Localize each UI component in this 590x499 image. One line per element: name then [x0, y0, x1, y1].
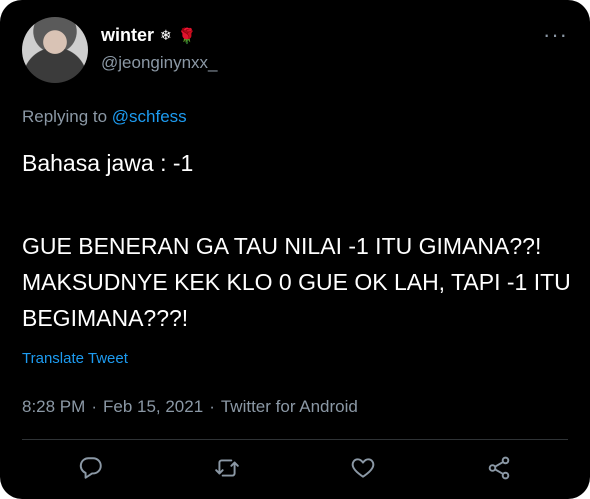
divider — [22, 439, 568, 440]
reply-mention[interactable]: @schfess — [112, 107, 187, 126]
replying-to: Replying to @schfess — [22, 107, 187, 127]
rose-emoji: 🌹 — [177, 27, 197, 45]
meta-separator: · — [91, 397, 97, 416]
tweet-text-line1: Bahasa jawa : -1 — [22, 150, 194, 176]
display-name[interactable]: winter — [101, 25, 154, 46]
avatar[interactable] — [22, 17, 88, 83]
tweet-text-body: GUE BENERAN GA TAU NILAI -1 ITU GIMANA??… — [22, 233, 571, 331]
tweet-meta: 8:28 PM · Feb 15, 2021 · Twitter for Android — [22, 397, 358, 417]
translate-tweet-link[interactable]: Translate Tweet — [22, 350, 128, 367]
retweet-icon[interactable] — [214, 455, 244, 485]
like-icon[interactable] — [350, 455, 380, 485]
action-bar — [0, 455, 590, 489]
reply-icon[interactable] — [78, 455, 108, 485]
tweet-source[interactable]: Twitter for Android — [221, 397, 358, 416]
meta-separator-2: · — [209, 397, 215, 416]
tweet-card: winter ❄ 🌹 @jeonginynxx_ ··· Replying to… — [0, 0, 590, 499]
name-row: winter ❄ 🌹 — [101, 25, 196, 46]
share-icon[interactable] — [486, 455, 516, 485]
more-options-icon[interactable]: ··· — [543, 22, 568, 48]
tweet-date[interactable]: Feb 15, 2021 — [103, 397, 203, 416]
tweet-time[interactable]: 8:28 PM — [22, 397, 85, 416]
user-handle[interactable]: @jeonginynxx_ — [101, 53, 218, 73]
replying-prefix: Replying to — [22, 107, 112, 126]
snowflake-emoji: ❄ — [160, 27, 172, 43]
